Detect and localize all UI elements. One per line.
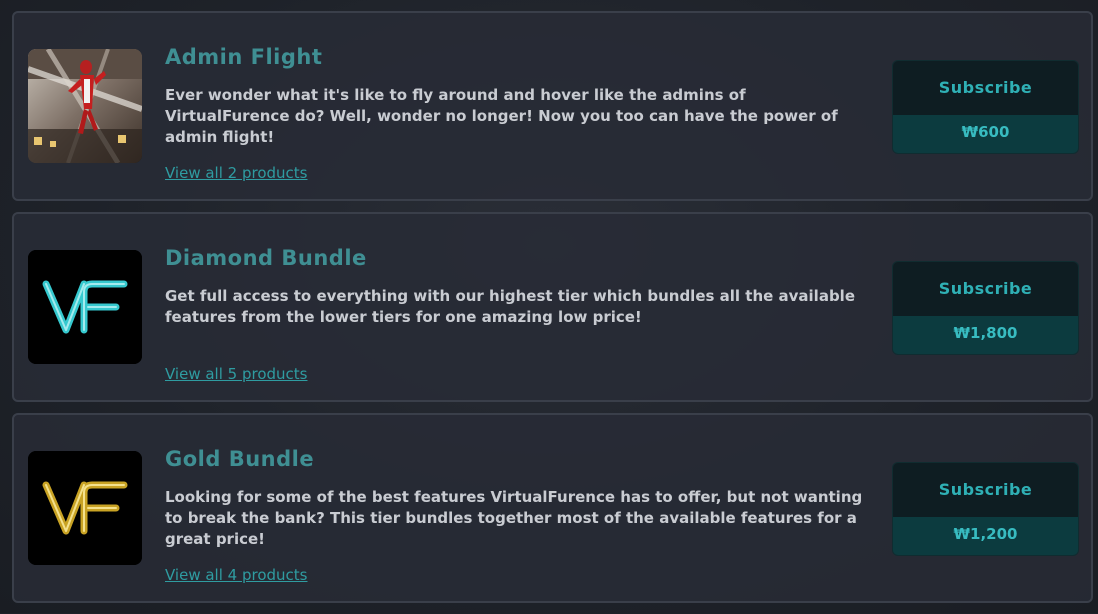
price-label: ₩1,800 <box>893 316 1078 354</box>
product-card-admin-flight: Admin Flight Ever wonder what it's like … <box>12 11 1093 201</box>
product-description: Looking for some of the best features Vi… <box>165 488 863 548</box>
price-label: ₩1,200 <box>893 517 1078 555</box>
product-list: Admin Flight Ever wonder what it's like … <box>12 11 1093 614</box>
subscribe-button[interactable]: Subscribe <box>893 61 1078 115</box>
price-label: ₩600 <box>893 115 1078 153</box>
product-card-gold-bundle: Gold Bundle Looking for some of the best… <box>12 413 1093 603</box>
product-title: Gold Bundle <box>165 447 315 471</box>
view-all-products-link[interactable]: View all 4 products <box>165 566 307 584</box>
subscribe-box: Subscribe ₩1,200 <box>893 463 1078 555</box>
product-description: Get full access to everything with our h… <box>165 287 855 326</box>
product-thumbnail-admin-flight <box>28 49 142 163</box>
product-card-diamond-bundle: Diamond Bundle Get full access to everyt… <box>12 212 1093 402</box>
subscribe-button[interactable]: Subscribe <box>893 262 1078 316</box>
product-title: Admin Flight <box>165 45 323 69</box>
vf-diamond-logo-icon <box>28 250 142 364</box>
subscribe-box: Subscribe ₩600 <box>893 61 1078 153</box>
product-thumbnail-diamond-bundle <box>28 250 142 364</box>
vf-gold-logo-icon <box>28 451 142 565</box>
product-thumbnail-gold-bundle <box>28 451 142 565</box>
view-all-products-link[interactable]: View all 2 products <box>165 164 307 182</box>
subscribe-button[interactable]: Subscribe <box>893 463 1078 517</box>
view-all-products-link[interactable]: View all 5 products <box>165 365 307 383</box>
product-title: Diamond Bundle <box>165 246 367 270</box>
product-description: Ever wonder what it's like to fly around… <box>165 86 838 146</box>
subscribe-box: Subscribe ₩1,800 <box>893 262 1078 354</box>
avatar-flying-image <box>28 49 142 163</box>
